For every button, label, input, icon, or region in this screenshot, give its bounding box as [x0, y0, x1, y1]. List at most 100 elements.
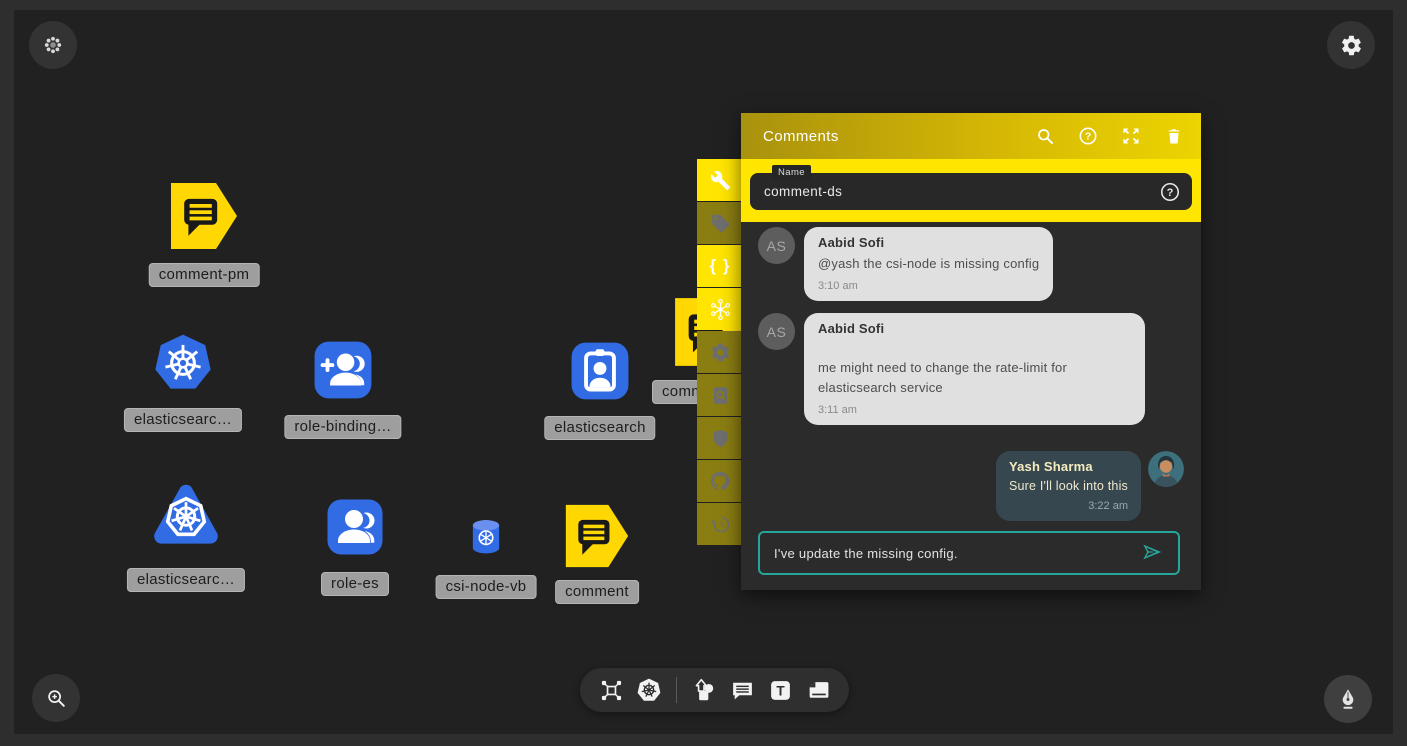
- message-author: Aabid Sofi: [818, 235, 1039, 250]
- zoom-button[interactable]: [32, 674, 80, 722]
- delete-button[interactable]: [1163, 125, 1185, 147]
- avatar-photo: [1148, 451, 1184, 487]
- pen-nib-icon: [1337, 687, 1359, 711]
- node-label: role-binding…: [284, 415, 401, 439]
- chat-message: AS Aabid Sofi me might need to change th…: [758, 313, 1187, 425]
- braces-icon: { }: [710, 256, 731, 276]
- chat-message: AS Aabid Sofi @yash the csi-node is miss…: [758, 227, 1187, 301]
- yash-avatar: [1148, 451, 1184, 487]
- search-icon: [1035, 126, 1055, 146]
- svg-text:?: ?: [1085, 132, 1091, 143]
- comments-panel-header[interactable]: Comments ?: [741, 113, 1201, 159]
- chat-message-own: Yash Sharma Sure I'll look into this 3:2…: [758, 451, 1184, 520]
- send-icon: [1139, 541, 1165, 563]
- node-elasticsearch-sa[interactable]: [569, 340, 631, 407]
- history-icon: [710, 514, 731, 535]
- app-logo-button[interactable]: [29, 21, 77, 69]
- gear-icon: [1340, 34, 1363, 57]
- kubernetes-triangle-icon: [150, 480, 222, 552]
- doc-search-button[interactable]: [697, 374, 743, 416]
- node-comment[interactable]: [563, 502, 631, 575]
- toolbar-divider: [676, 677, 677, 703]
- history-button[interactable]: [697, 503, 743, 545]
- mesh-icon: [709, 298, 732, 321]
- help-icon: ?: [1078, 126, 1098, 146]
- storage-cylinder-icon: [468, 518, 504, 556]
- message-bubble: Yash Sharma Sure I'll look into this 3:2…: [996, 451, 1141, 520]
- trash-icon: [1165, 126, 1183, 146]
- diagram-tool-button[interactable]: [594, 672, 628, 708]
- message-time: 3:11 am: [818, 404, 1131, 416]
- message-time: 3:10 am: [818, 280, 1039, 292]
- node-role-binding[interactable]: [312, 339, 374, 406]
- message-text: @yash the csi-node is missing config: [818, 254, 1039, 274]
- node-csi-node-vb[interactable]: [468, 518, 504, 561]
- comment-tool-button[interactable]: [725, 672, 759, 708]
- comment-icon: [730, 678, 755, 703]
- node-label: elasticsearc…: [127, 568, 245, 592]
- node-label: comment: [555, 580, 639, 604]
- help-button[interactable]: ?: [1077, 125, 1099, 147]
- kubernetes-heptagon-icon: [152, 332, 214, 394]
- expand-button[interactable]: [1120, 125, 1142, 147]
- role-binding-icon: [312, 339, 374, 401]
- message-text: Sure I'll look into this: [1009, 477, 1128, 496]
- configure-button[interactable]: [697, 159, 743, 201]
- image-tool-button[interactable]: [801, 672, 835, 708]
- avatar: AS: [758, 313, 795, 350]
- node-label: comment-pm: [149, 263, 260, 287]
- send-button[interactable]: [1138, 541, 1166, 565]
- message-bubble: Aabid Sofi @yash the csi-node is missing…: [804, 227, 1053, 301]
- labels-button[interactable]: [697, 202, 743, 244]
- message-time: 3:22 am: [1009, 500, 1128, 512]
- json-button[interactable]: { }: [697, 245, 743, 287]
- comment-flag-icon: [168, 180, 240, 252]
- kubernetes-icon: [636, 677, 662, 703]
- node-label: elasticsearc…: [124, 408, 242, 432]
- node-action-toolbar: { }: [697, 159, 743, 545]
- name-help-button[interactable]: ?: [1159, 181, 1181, 203]
- text-tool-button[interactable]: T: [763, 672, 797, 708]
- zoom-in-icon: [45, 687, 67, 709]
- message-author: Yash Sharma: [1009, 459, 1128, 474]
- node-role-es[interactable]: [325, 497, 385, 562]
- diagram-icon: [599, 678, 624, 703]
- wrench-icon: [710, 170, 731, 191]
- mesh-button[interactable]: [697, 288, 743, 330]
- name-section: Name ?: [741, 159, 1201, 222]
- node-comment-pm[interactable]: [168, 180, 240, 257]
- panel-header-actions: ?: [1034, 125, 1185, 147]
- help-icon: ?: [1159, 181, 1181, 203]
- tag-icon: [710, 213, 731, 234]
- svg-text:?: ?: [1167, 186, 1174, 198]
- app-window: comment-pm elasticsearc…: [0, 0, 1407, 746]
- role-icon: [325, 497, 385, 557]
- svg-text:T: T: [776, 683, 785, 698]
- node-elasticsearch-pod[interactable]: [150, 480, 222, 557]
- comment-input[interactable]: [774, 546, 1130, 561]
- shapes-icon: [691, 677, 717, 703]
- panel-title: Comments: [763, 128, 1034, 145]
- image-icon: [806, 678, 831, 703]
- shield-icon: [710, 428, 731, 449]
- gear-icon: [710, 342, 731, 363]
- node-label: csi-node-vb: [436, 575, 537, 599]
- github-icon: [709, 470, 731, 492]
- node-label: role-es: [321, 572, 389, 596]
- text-icon: T: [768, 678, 793, 703]
- node-label: elasticsearch: [544, 416, 655, 440]
- kubernetes-tool-button[interactable]: [632, 672, 666, 708]
- name-input[interactable]: [750, 184, 1159, 199]
- settings-button[interactable]: [697, 331, 743, 373]
- avatar: AS: [758, 227, 795, 264]
- search-button[interactable]: [1034, 125, 1056, 147]
- settings-button-global[interactable]: [1327, 21, 1375, 69]
- security-button[interactable]: [697, 417, 743, 459]
- message-text: me might need to change the rate-limit f…: [818, 358, 1131, 398]
- pen-tool-button[interactable]: [1324, 675, 1372, 723]
- github-button[interactable]: [697, 460, 743, 502]
- shapes-tool-button[interactable]: [687, 672, 721, 708]
- node-elasticsearch-k8s[interactable]: [152, 332, 214, 399]
- comments-panel: Comments ?: [741, 113, 1201, 590]
- flower-icon: [43, 35, 63, 55]
